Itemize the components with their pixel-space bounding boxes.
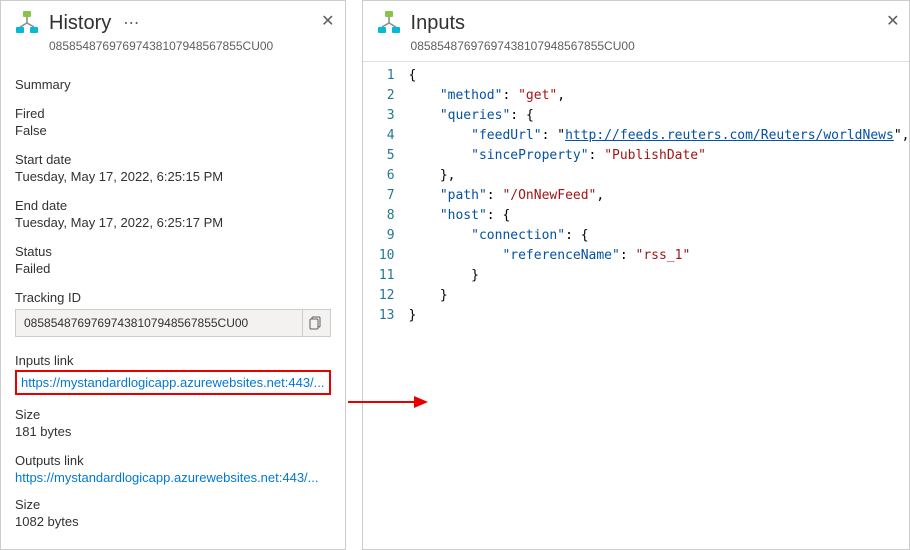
history-header: History ⋯ ✕ — [1, 1, 345, 41]
status-label: Status — [15, 244, 331, 259]
history-title: History — [49, 12, 111, 35]
inputs-header: Inputs ✕ — [363, 1, 910, 41]
tracking-id-box: 08585487697697438107948567855CU00 — [15, 309, 331, 337]
fired-value: False — [15, 123, 331, 138]
history-close-icon[interactable]: ✕ — [321, 11, 334, 31]
history-subtitle: 08585487697697438107948567855CU00 — [49, 39, 345, 53]
json-code[interactable]: { "method": "get", "queries": { "feedUrl… — [403, 62, 910, 549]
tracking-id-value: 08585487697697438107948567855CU00 — [16, 316, 302, 330]
inputs-size-value: 181 bytes — [15, 424, 331, 439]
inputs-size-label: Size — [15, 407, 331, 422]
inputs-subtitle: 08585487697697438107948567855CU00 — [411, 39, 910, 53]
line-gutter: 12345678910111213 — [363, 62, 403, 549]
end-date-label: End date — [15, 198, 331, 213]
history-body: Summary Fired False Start date Tuesday, … — [1, 61, 345, 535]
json-editor[interactable]: 12345678910111213 { "method": "get", "qu… — [363, 61, 910, 549]
copy-button[interactable] — [302, 310, 330, 336]
start-date-label: Start date — [15, 152, 331, 167]
workflow-icon — [375, 9, 403, 37]
history-more-icon[interactable]: ⋯ — [123, 13, 139, 33]
end-date-value: Tuesday, May 17, 2022, 6:25:17 PM — [15, 215, 331, 230]
inputs-link-label: Inputs link — [15, 353, 331, 368]
outputs-link-label: Outputs link — [15, 453, 331, 468]
history-panel: History ⋯ ✕ 0858548769769743810794856785… — [0, 0, 346, 550]
fired-label: Fired — [15, 106, 331, 121]
copy-icon — [309, 316, 323, 330]
workflow-icon — [13, 9, 41, 37]
start-date-value: Tuesday, May 17, 2022, 6:25:15 PM — [15, 169, 331, 184]
outputs-size-label: Size — [15, 497, 331, 512]
inputs-title: Inputs — [411, 12, 465, 35]
tracking-id-label: Tracking ID — [15, 290, 331, 305]
inputs-link[interactable]: https://mystandardlogicapp.azurewebsites… — [15, 370, 331, 395]
outputs-link[interactable]: https://mystandardlogicapp.azurewebsites… — [15, 470, 331, 485]
status-value: Failed — [15, 261, 331, 276]
inputs-close-icon[interactable]: ✕ — [886, 11, 899, 31]
outputs-size-value: 1082 bytes — [15, 514, 331, 529]
inputs-panel: Inputs ✕ 08585487697697438107948567855CU… — [362, 0, 910, 550]
summary-label: Summary — [15, 77, 331, 92]
